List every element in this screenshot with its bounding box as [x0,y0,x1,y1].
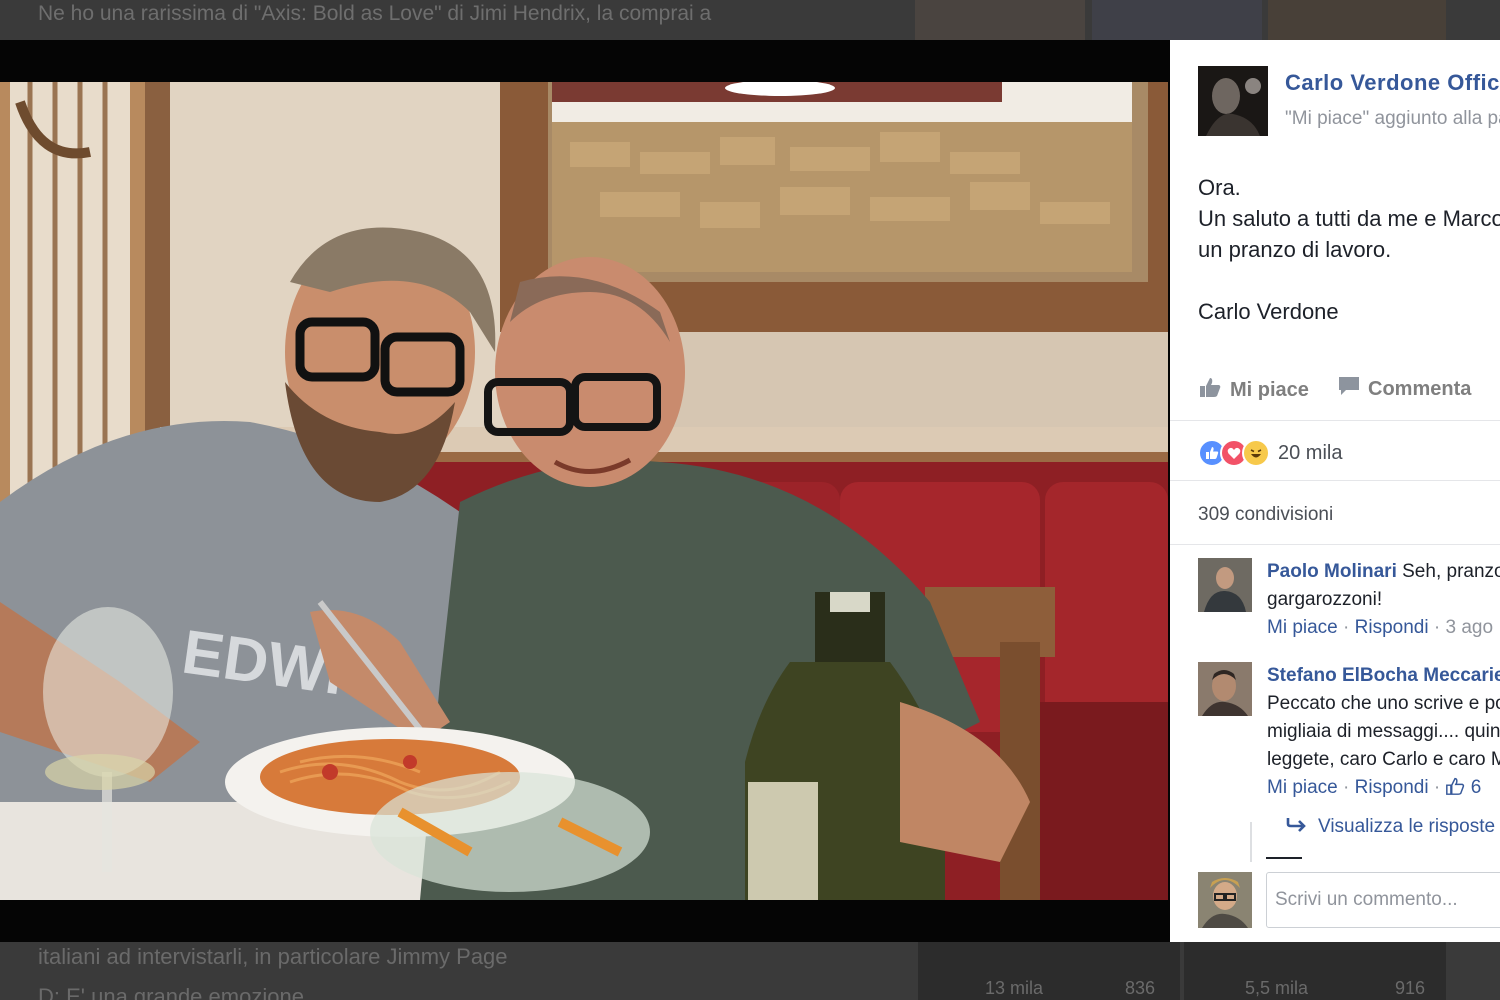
reply-arrow-icon [1286,816,1308,838]
comment-like-link[interactable]: Mi piace [1267,617,1338,638]
comment-body: Stefano ElBocha Meccariello Peccato che … [1267,662,1500,802]
background-bottom-text-2: D: E' una grande emozione [38,984,304,1000]
comment-like-count: 6 [1470,777,1482,798]
divider [1170,420,1500,421]
post-message: Ora. Un saluto a tutti da me e Marco per… [1198,172,1500,327]
page-avatar[interactable] [1198,66,1268,136]
like-button[interactable]: Mi piace [1198,376,1309,404]
post-message-line: un pranzo di lavoro. [1198,237,1392,262]
comment-author-link[interactable]: Paolo Molinari [1267,561,1397,582]
background-thumbnail [1268,0,1446,40]
current-user-avatar [1198,872,1252,928]
divider [1170,544,1500,545]
like-button-label: Mi piace [1230,378,1309,401]
comment-meta: Mi piace · Rispondi · 6 [1267,777,1482,798]
separator [1266,857,1302,859]
reactions-count: 20 mila [1278,441,1343,464]
view-replies-label: Visualizza le risposte [1318,816,1496,837]
post-message-line: Un saluto a tutti da me e Marco per [1198,206,1500,231]
commenter-avatar[interactable] [1198,662,1252,716]
background-stat: 836 [1125,978,1156,998]
background-top-text: Ne ho una rarissima di "Axis: Bold as Lo… [38,2,712,25]
thumbs-up-icon [1445,777,1465,798]
commenter-avatar[interactable] [1198,558,1252,612]
post-action-bar: Mi piace Commenta [1198,376,1500,406]
reply-thread-line [1250,822,1252,862]
page-name-link[interactable]: Carlo Verdone Official [1285,70,1500,96]
comment-item: Stefano ElBocha Meccariello Peccato che … [1198,662,1500,812]
background-thumbnail [1092,0,1262,40]
divider [1170,480,1500,481]
background-bottom-text: italiani ad intervistarli, in particolar… [38,944,508,969]
reactions-summary[interactable]: 20 mila [1198,438,1342,468]
comment-input[interactable]: Scrivi un commento... [1266,872,1500,928]
comment-timestamp[interactable]: 3 ago [1445,617,1493,638]
comment-like-link[interactable]: Mi piace [1267,777,1338,798]
comment-text: Seh, pranzo di [1402,561,1500,582]
comment-item: Paolo Molinari Seh, pranzo di gargarozzo… [1198,558,1500,654]
post-message-line [1198,265,1500,296]
comment-author-link[interactable]: Stefano ElBocha Meccariello [1267,665,1500,686]
comment-reply-link[interactable]: Rispondi [1355,617,1429,638]
background-stat: 916 [1395,978,1426,998]
comment-text-line: migliaia di messaggi.... quindi non [1267,721,1500,742]
comment-button[interactable]: Commenta [1338,376,1471,402]
comment-body: Paolo Molinari Seh, pranzo di gargarozzo… [1267,558,1500,642]
comment-button-label: Commenta [1368,377,1472,400]
comment-meta: Mi piace · Rispondi · 3 ago [1267,617,1494,638]
post-side-panel: Carlo Verdone Official "Mi piace" aggiun… [1170,40,1500,942]
shares-count[interactable]: 309 condivisioni [1198,504,1333,526]
page-subtitle: "Mi piace" aggiunto alla pagina [1285,108,1500,129]
background-stat: 5,5 mila [1245,978,1309,998]
comment-text-line: gargarozzoni! [1267,589,1383,610]
haha-reaction-icon [1242,439,1270,467]
background-stat: 13 mila [985,978,1044,998]
background-thumbnail [915,0,1085,40]
comment-likes[interactable]: 6 [1445,777,1481,798]
post-message-line: Ora. [1198,175,1241,200]
comment-composer: Scrivi un commento... [1198,872,1500,928]
comment-text-line: leggete, caro Carlo e caro Marco [1267,749,1500,770]
thumbs-up-icon [1198,376,1222,404]
comment-icon [1338,376,1360,402]
post-message-line: Carlo Verdone [1198,299,1339,324]
comment-text-line: Peccato che uno scrive e poi [1267,693,1500,714]
comment-reply-link[interactable]: Rispondi [1355,777,1429,798]
view-replies-link[interactable]: Visualizza le risposte [1286,816,1495,838]
post-photo[interactable]: EDWI [0,82,1168,900]
